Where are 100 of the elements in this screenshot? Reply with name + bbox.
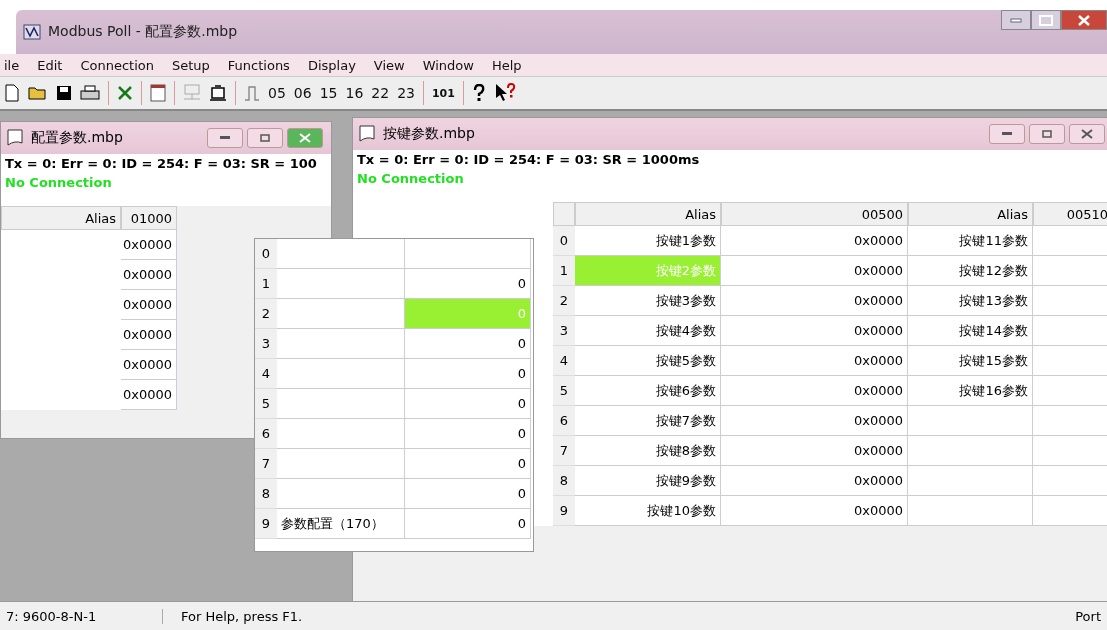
menu-item[interactable]: Edit	[37, 57, 63, 73]
table-cell: 0	[405, 269, 531, 299]
function-code-button[interactable]: 05	[268, 85, 286, 101]
row-number: 0	[553, 226, 575, 256]
menu-item[interactable]: Functions	[227, 57, 290, 73]
row-number: 8	[553, 466, 575, 496]
table-cell: 按键6参数	[575, 376, 721, 406]
column-header: Alias	[1, 206, 121, 230]
help-icon[interactable]	[471, 84, 486, 102]
menu-item[interactable]: Display	[307, 57, 356, 73]
document-icon	[7, 129, 25, 147]
function-code-button[interactable]: 22	[371, 85, 390, 101]
column-header	[553, 202, 575, 226]
close-icon	[299, 133, 311, 143]
table-cell: 0x0000	[721, 376, 908, 406]
help-text: For Help, press F1.	[180, 608, 304, 624]
close-button[interactable]	[287, 128, 323, 148]
row-number: 1	[553, 256, 575, 286]
child-window-title: 按键参数.mbp	[383, 125, 475, 143]
context-help-icon[interactable]	[493, 83, 516, 103]
save-icon[interactable]	[56, 85, 72, 101]
table-cell: 按键13参数	[908, 286, 1033, 316]
table-cell: 0x0000	[121, 350, 177, 380]
maximize-button[interactable]	[1031, 10, 1061, 30]
menu-item[interactable]: Window	[422, 57, 474, 73]
table-cell: 按键11参数	[908, 226, 1033, 256]
device-icon[interactable]	[209, 84, 227, 102]
minimize-icon	[1002, 132, 1012, 136]
close-icon	[1078, 14, 1090, 26]
row-number: 6	[255, 419, 277, 449]
table-cell: 0	[405, 299, 531, 329]
close-button[interactable]	[1069, 124, 1105, 144]
table-cell: 0	[405, 449, 531, 479]
minimize-icon	[220, 136, 230, 140]
table-cell: 0	[405, 419, 531, 449]
table-cell: 按键9参数	[575, 466, 721, 496]
maximize-button[interactable]	[247, 128, 283, 148]
close-button[interactable]	[1061, 10, 1107, 30]
table-cell: 参数配置（170）	[277, 509, 405, 539]
menu-item[interactable]: Setup	[172, 57, 210, 73]
maximize-button[interactable]	[1029, 124, 1065, 144]
table-cell: 按键7参数	[575, 406, 721, 436]
port-text: Port	[1074, 608, 1102, 624]
table-cell: 0x0000	[721, 316, 908, 346]
table-cell: 0	[405, 509, 531, 539]
table-cell: 0x0000	[721, 406, 908, 436]
table-cell: 0	[405, 389, 531, 419]
row-number: 2	[553, 286, 575, 316]
delete-icon[interactable]	[117, 85, 133, 101]
function-code-button[interactable]: 16	[345, 85, 364, 101]
menu-item[interactable]: Help	[491, 57, 522, 73]
status-line: Tx = 0: Err = 0: ID = 254: F = 03: SR = 100	[5, 156, 318, 171]
column-header: 00510	[1033, 202, 1107, 226]
table-cell: 按键4参数	[575, 316, 721, 346]
row-number: 8	[255, 479, 277, 509]
print-icon[interactable]	[80, 85, 100, 101]
app-icon	[22, 22, 42, 42]
minimize-button[interactable]	[207, 128, 243, 148]
table-cell: 0x0000	[721, 286, 908, 316]
column-header: 00500	[721, 202, 908, 226]
menu-item[interactable]: ile	[4, 57, 20, 73]
row-number: 9	[553, 496, 575, 526]
window-icon[interactable]	[150, 84, 166, 102]
new-file-icon[interactable]	[4, 84, 20, 102]
table-cell: 0x0000	[721, 256, 908, 286]
table-cell: 0	[405, 329, 531, 359]
column-header: 01000	[121, 206, 177, 230]
table-cell: 0x0000	[121, 230, 177, 260]
table-cell: 0x0000	[121, 320, 177, 350]
table-cell: 按键1参数	[575, 226, 721, 256]
column-header: Alias	[575, 202, 721, 226]
table-cell: 0	[405, 479, 531, 509]
function-code-button[interactable]: 15	[319, 85, 338, 101]
minimize-button[interactable]	[989, 124, 1025, 144]
table-cell: 0x0000	[121, 290, 177, 320]
table-cell: 按键10参数	[575, 496, 721, 526]
open-folder-icon[interactable]	[28, 85, 48, 101]
row-number: 7	[255, 449, 277, 479]
table-cell: 0x0000	[121, 380, 177, 410]
table-cell: 按键16参数	[908, 376, 1033, 406]
menu-item[interactable]: View	[373, 57, 405, 73]
row-number: 4	[553, 346, 575, 376]
row-number: 3	[255, 329, 277, 359]
menu-item[interactable]: Connection	[80, 57, 154, 73]
row-number: 5	[255, 389, 277, 419]
table-cell: 0	[405, 359, 531, 389]
table-cell: 0x0000	[721, 466, 908, 496]
row-number: 4	[255, 359, 277, 389]
table-cell: 0x0000	[721, 436, 908, 466]
display-code-button[interactable]: 101	[431, 86, 455, 100]
function-code-button[interactable]: 06	[293, 85, 312, 101]
table-cell: 0x0000	[121, 260, 177, 290]
child-window-title: 配置参数.mbp	[31, 129, 123, 147]
row-number: 5	[553, 376, 575, 406]
row-number: 0	[255, 239, 277, 269]
row-number: 2	[255, 299, 277, 329]
function-code-button[interactable]: 23	[397, 85, 415, 101]
close-icon	[1081, 129, 1093, 139]
row-number: 1	[255, 269, 277, 299]
table-cell: 按键2参数	[575, 256, 721, 286]
